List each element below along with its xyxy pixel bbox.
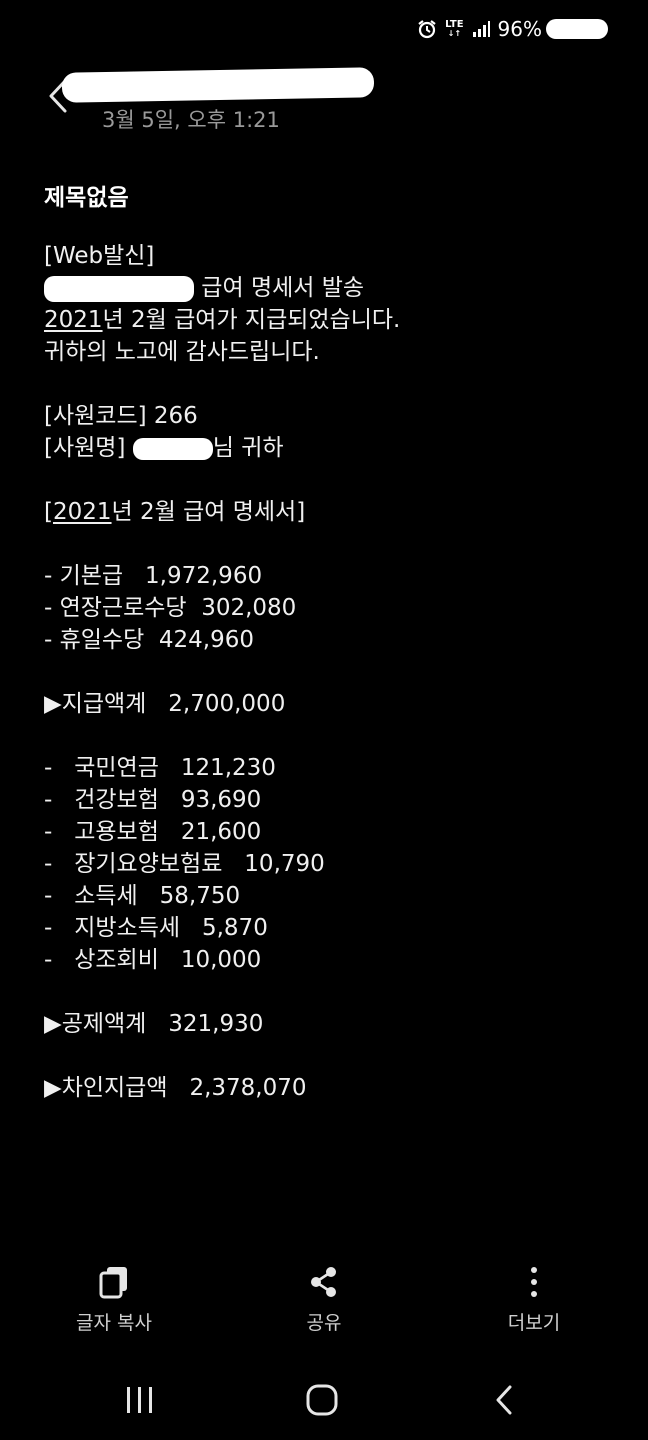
nav-recents-button[interactable] — [100, 1370, 180, 1430]
action-bar: 글자 복사 공유 더보기 — [0, 1262, 648, 1342]
employee-name-line: [사원명] 님 귀하 — [44, 435, 284, 461]
deduction-row: - 건강보험 93,690 — [44, 787, 262, 813]
message-title: 제목없음 — [44, 185, 129, 211]
share-label: 공유 — [306, 1312, 342, 1334]
nav-back-button[interactable] — [464, 1370, 544, 1430]
message-body[interactable]: [Web발신] 급여 명세서 발송 2021년 2월 급여가 지급되었습니다. … — [44, 240, 624, 1104]
recents-icon — [127, 1387, 152, 1413]
name-redaction — [132, 437, 213, 460]
share-button[interactable]: 공유 — [244, 1262, 404, 1335]
deduction-row: - 소득세 58,750 — [44, 883, 241, 909]
deduction-row: - 상조회비 10,000 — [44, 947, 262, 973]
earning-row: - 기본급 1,972,960 — [44, 563, 263, 589]
net-pay-row: ▶차인지급액 2,378,070 — [44, 1075, 307, 1101]
deduction-row: - 장기요양보험료 10,790 — [44, 851, 325, 877]
statement-heading: [2021년 2월 급여 명세서] — [44, 499, 306, 525]
company-redaction — [44, 275, 194, 302]
network-indicator: LTE ↓↑ — [445, 19, 464, 39]
signal-icon — [472, 21, 490, 37]
notice-line: 급여 명세서 발송 — [44, 272, 624, 304]
earning-row: - 휴일수당 424,960 — [44, 627, 255, 653]
statement-year-link[interactable]: 2021 — [53, 499, 112, 525]
home-icon — [306, 1384, 338, 1416]
sender-redaction — [61, 67, 375, 103]
more-button[interactable]: 더보기 — [454, 1262, 614, 1335]
more-label: 더보기 — [507, 1312, 561, 1334]
paid-year-link[interactable]: 2021 — [44, 307, 103, 333]
deduction-row: - 국민연금 121,230 — [44, 755, 276, 781]
copy-text-label: 글자 복사 — [76, 1312, 152, 1334]
message-date: 3월 5일, 오후 1:21 — [102, 108, 280, 132]
nav-home-button[interactable] — [282, 1370, 362, 1430]
battery-level: 96% — [497, 17, 542, 41]
copy-text-button[interactable]: 글자 복사 — [34, 1262, 194, 1335]
navigation-bar — [0, 1370, 648, 1430]
deduction-row: - 고용보험 21,600 — [44, 819, 262, 845]
redaction-mark — [546, 19, 608, 39]
nav-back-icon — [496, 1385, 512, 1415]
web-tag: [Web발신] — [44, 243, 155, 269]
thanks-line: 귀하의 노고에 감사드립니다. — [44, 339, 320, 365]
copy-icon — [99, 1267, 127, 1299]
total-pay-row: ▶지급액계 2,700,000 — [44, 691, 286, 717]
more-vertical-icon — [531, 1267, 537, 1297]
employee-code: [사원코드] 266 — [44, 403, 198, 429]
deduction-row: - 지방소득세 5,870 — [44, 915, 268, 941]
earning-row: - 연장근로수당 302,080 — [44, 595, 297, 621]
share-icon — [311, 1267, 336, 1297]
alarm-icon — [418, 20, 436, 39]
paid-line: 2021년 2월 급여가 지급되었습니다. — [44, 307, 401, 333]
status-bar: LTE ↓↑ 96% — [417, 14, 608, 44]
total-deduction-row: ▶공제액계 321,930 — [44, 1011, 264, 1037]
